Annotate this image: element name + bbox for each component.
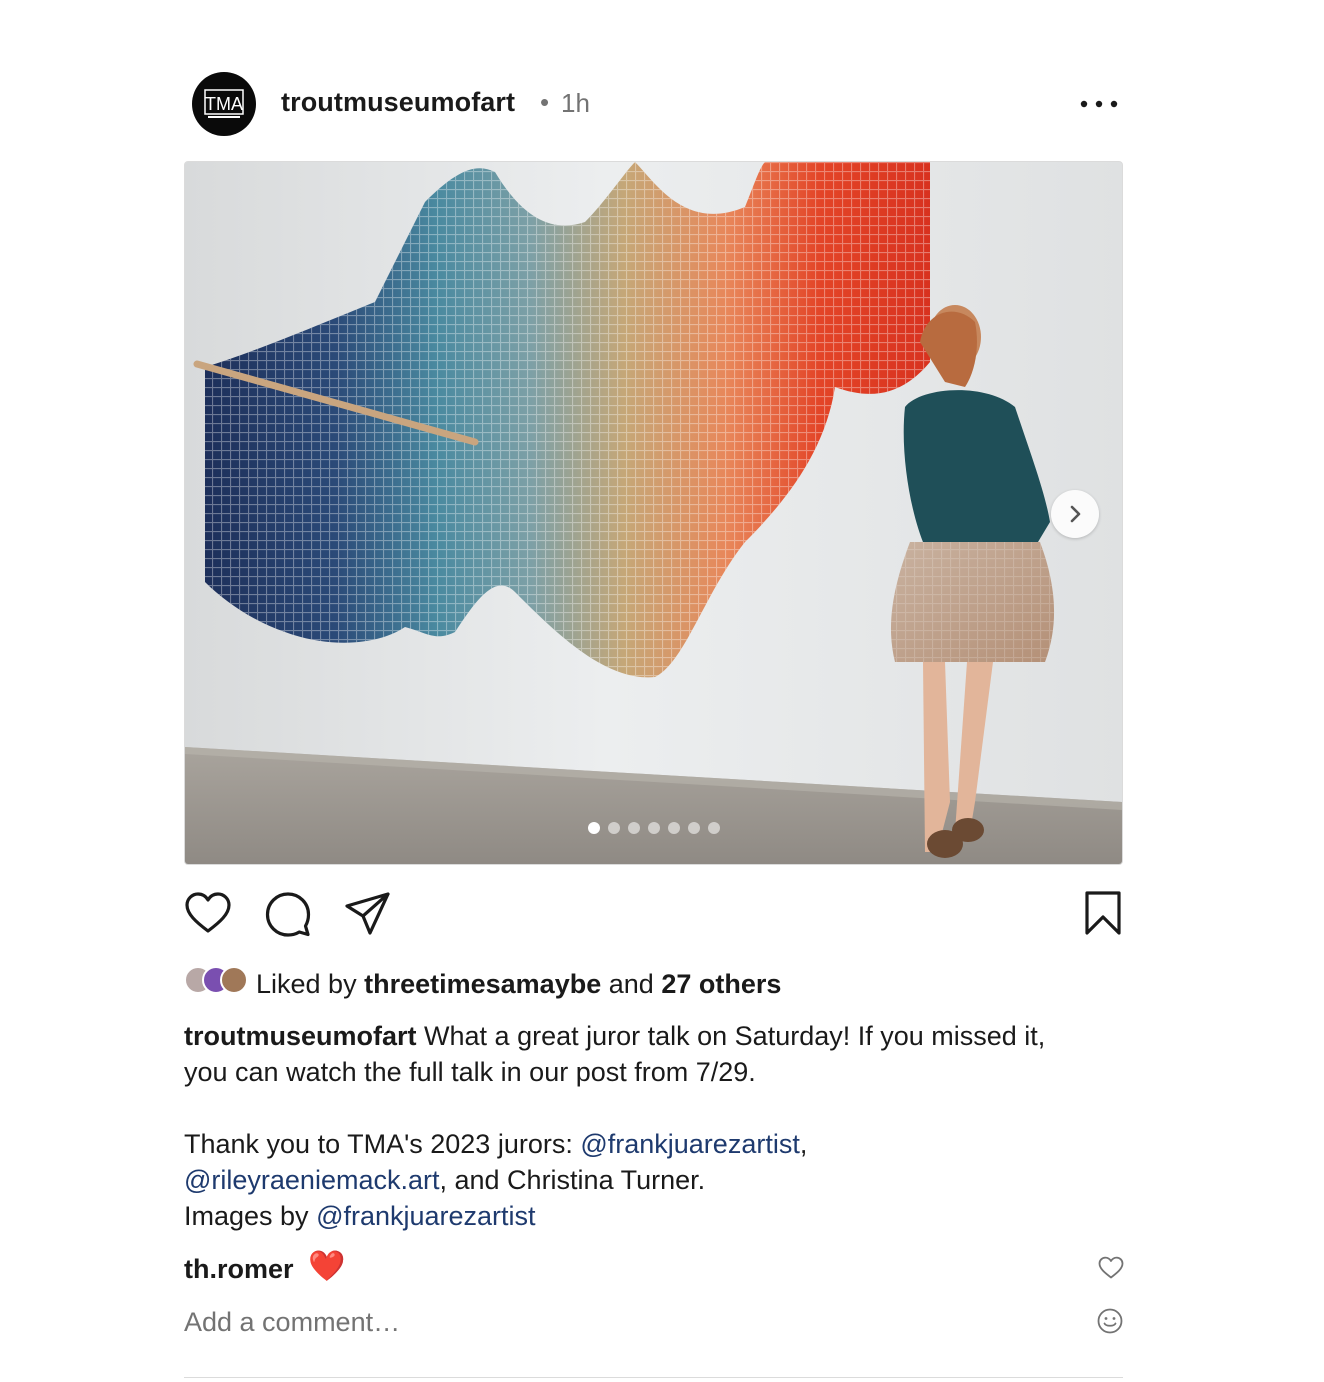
share-button[interactable] (344, 890, 392, 938)
carousel-dot (648, 822, 660, 834)
post-username[interactable]: troutmuseumofart (281, 87, 515, 118)
like-button[interactable] (184, 890, 232, 938)
comment-like-button[interactable] (1098, 1256, 1124, 1280)
caption-username[interactable]: troutmuseumofart (184, 1021, 417, 1051)
svg-text:TMA: TMA (205, 94, 243, 114)
bookmark-icon (1085, 891, 1121, 935)
post-media[interactable] (184, 161, 1123, 865)
likes-text: Liked by threetimesamaybe and 27 others (256, 969, 781, 1000)
heart-icon (1098, 1256, 1124, 1279)
caption-line: you can watch the full talk in our post … (184, 1057, 756, 1087)
caption-text: Images by (184, 1201, 317, 1231)
tma-logo-icon: TMA (204, 89, 244, 118)
post-header: TMA troutmuseumofart • 1h (184, 70, 1123, 136)
likes-conjunction: and (608, 969, 654, 999)
save-button[interactable] (1081, 890, 1129, 938)
caption-line: Thank you to TMA's 2023 jurors: @frankju… (184, 1126, 1123, 1162)
likes-summary: Liked by threetimesamaybe and 27 others (184, 963, 1123, 1003)
avatar[interactable]: TMA (192, 72, 256, 136)
caption-line: @rileyraeniemack.art, and Christina Turn… (184, 1162, 1123, 1198)
artwork-photo (185, 162, 1122, 864)
more-options-button[interactable] (1078, 90, 1120, 118)
caption-text: , and Christina Turner. (439, 1165, 706, 1195)
carousel-dot (708, 822, 720, 834)
avatar (220, 966, 248, 994)
divider (184, 1377, 1123, 1378)
carousel-indicator (588, 822, 720, 834)
add-comment-input[interactable] (184, 1302, 1084, 1342)
likes-others-link[interactable]: 27 others (661, 969, 781, 999)
comment-icon (265, 892, 311, 937)
liker-username[interactable]: threetimesamaybe (364, 969, 601, 999)
carousel-dot (588, 822, 600, 834)
comment-button[interactable] (264, 890, 312, 938)
mention-link[interactable]: @frankjuarezartist (580, 1129, 799, 1159)
comment-username[interactable]: th.romer (184, 1254, 294, 1285)
heart-icon (185, 892, 231, 933)
caption-text: Thank you to TMA's 2023 jurors: (184, 1129, 581, 1159)
post: TMA troutmuseumofart • 1h Liked by three… (184, 0, 1124, 1382)
carousel-next-button[interactable] (1051, 490, 1099, 538)
comment-row: th.romer ❤️ (184, 1249, 1124, 1289)
post-caption: troutmuseumofart What a great juror talk… (184, 1018, 1123, 1234)
carousel-dot (688, 822, 700, 834)
caption-line: Images by @frankjuarezartist (184, 1198, 1123, 1234)
separator-dot: • (540, 87, 550, 117)
emoji-button[interactable] (1096, 1307, 1124, 1335)
carousel-dot (628, 822, 640, 834)
smiley-icon (1097, 1308, 1123, 1334)
caption-line: troutmuseumofart What a great juror talk… (184, 1018, 1123, 1054)
caption-text: What a great juror talk on Saturday! If … (424, 1021, 1046, 1051)
mention-link[interactable]: @rileyraeniemack.art (184, 1165, 440, 1195)
chevron-right-icon (1070, 505, 1081, 523)
more-horizontal-icon (1080, 100, 1118, 108)
paper-plane-icon (345, 892, 390, 935)
liker-avatars (184, 966, 248, 996)
post-time[interactable]: 1h (561, 88, 590, 119)
caption-text: , (799, 1129, 808, 1159)
carousel-dot (608, 822, 620, 834)
post-actions (184, 890, 1123, 940)
carousel-dot (668, 822, 680, 834)
likes-prefix: Liked by (256, 969, 357, 999)
mention-link[interactable]: @frankjuarezartist (316, 1201, 535, 1231)
comment-text: ❤️ (308, 1250, 346, 1283)
